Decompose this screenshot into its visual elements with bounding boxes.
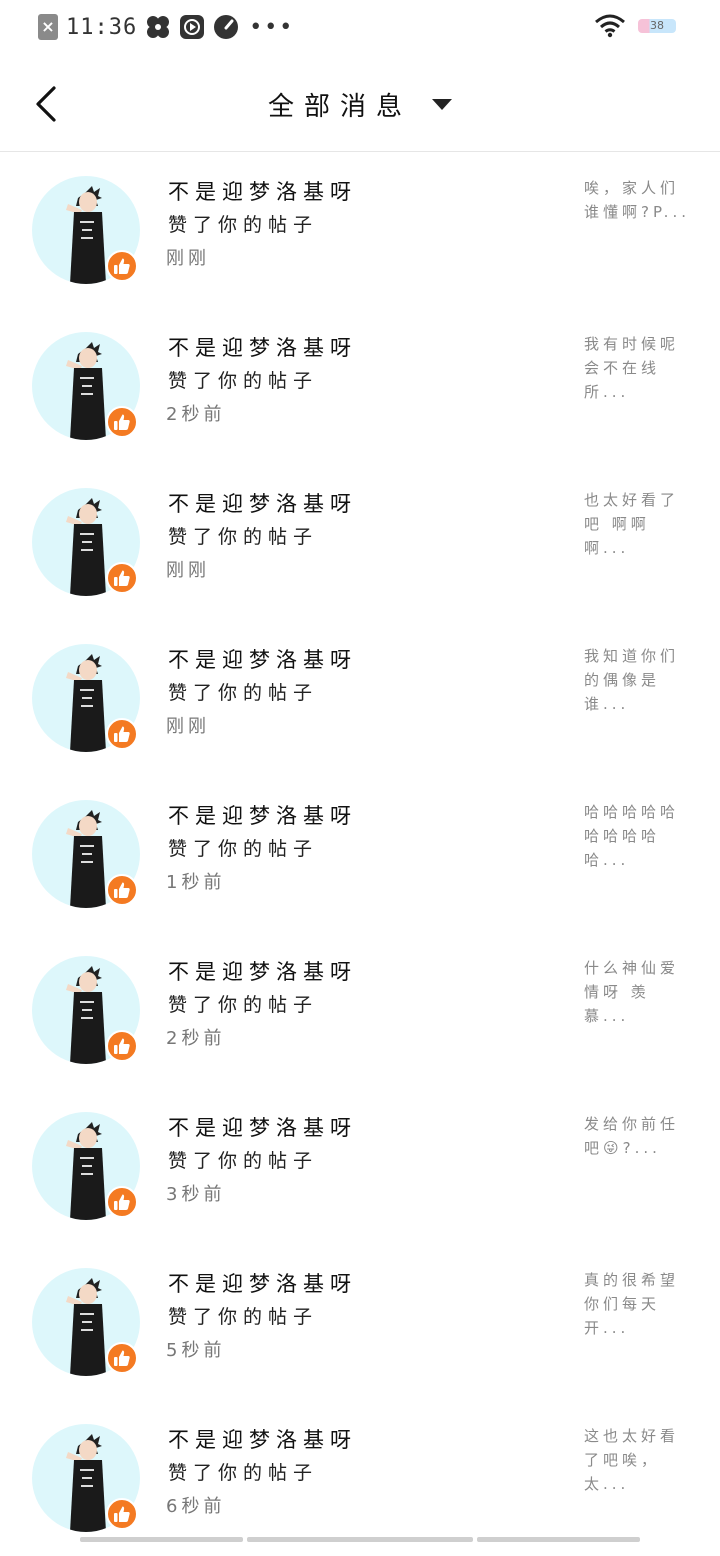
sender-name: 不是迎梦洛基呀 <box>168 336 357 360</box>
pinwheel-icon <box>147 16 170 38</box>
like-badge <box>106 1186 138 1218</box>
sender-name: 不是迎梦洛基呀 <box>168 180 357 204</box>
message-row[interactable]: 不是迎梦洛基呀 赞了你的帖子 3秒前 发给你前任吧😜?... <box>0 1088 720 1244</box>
caret-down-icon <box>432 99 452 110</box>
post-preview[interactable]: 也太好看了吧 啊啊啊... <box>584 488 694 560</box>
action-text: 赞了你的帖子 <box>168 1462 319 1484</box>
sender-name: 不是迎梦洛基呀 <box>168 960 357 984</box>
message-row[interactable]: 不是迎梦洛基呀 赞了你的帖子 5秒前 真的很希望你们每天开... <box>0 1244 720 1400</box>
post-preview[interactable]: 我有时候呢会不在线所... <box>584 332 694 404</box>
message-filter-dropdown[interactable]: 全部消息 <box>0 86 720 123</box>
post-preview[interactable]: 这也太好看了吧唉，太... <box>584 1424 694 1496</box>
timestamp: 6秒前 <box>166 1496 226 1517</box>
thumbs-up-icon <box>114 1194 130 1210</box>
thumbs-up-icon <box>114 882 130 898</box>
action-text: 赞了你的帖子 <box>168 838 319 860</box>
post-preview[interactable]: 真的很希望你们每天开... <box>584 1268 694 1340</box>
wifi-icon <box>595 14 625 38</box>
action-text: 赞了你的帖子 <box>168 526 319 548</box>
timestamp: 刚刚 <box>166 560 210 581</box>
avatar[interactable] <box>32 488 140 596</box>
message-row[interactable]: 不是迎梦洛基呀 赞了你的帖子 2秒前 我有时候呢会不在线所... <box>0 308 720 464</box>
thumbs-up-icon <box>114 1506 130 1522</box>
timestamp: 1秒前 <box>166 872 226 893</box>
like-badge <box>106 1342 138 1374</box>
post-preview[interactable]: 唉，家人们谁懂啊?P... <box>584 176 694 224</box>
indicator-segment <box>247 1537 473 1542</box>
sender-name: 不是迎梦洛基呀 <box>168 1272 357 1296</box>
sender-name: 不是迎梦洛基呀 <box>168 492 357 516</box>
avatar[interactable] <box>32 956 140 1064</box>
message-row[interactable]: 不是迎梦洛基呀 赞了你的帖子 2秒前 什么神仙爱情呀 羡慕... <box>0 932 720 1088</box>
message-row[interactable]: 不是迎梦洛基呀 赞了你的帖子 刚刚 也太好看了吧 啊啊啊... <box>0 464 720 620</box>
indicator-segment <box>80 1537 243 1542</box>
sender-name: 不是迎梦洛基呀 <box>168 804 357 828</box>
like-badge <box>106 874 138 906</box>
avatar[interactable] <box>32 332 140 440</box>
sender-name: 不是迎梦洛基呀 <box>168 1116 357 1140</box>
like-badge <box>106 250 138 282</box>
nav-bar: 全部消息 <box>0 56 720 152</box>
avatar[interactable] <box>32 1112 140 1220</box>
message-row[interactable]: 不是迎梦洛基呀 赞了你的帖子 6秒前 这也太好看了吧唉，太... <box>0 1400 720 1556</box>
status-right: 38 <box>594 14 676 38</box>
like-badge <box>106 406 138 438</box>
like-badge <box>106 1498 138 1530</box>
action-text: 赞了你的帖子 <box>168 1150 319 1172</box>
timestamp: 2秒前 <box>166 404 226 425</box>
thumbs-up-icon <box>114 726 130 742</box>
status-bar: × 11:36 ••• 38 <box>0 0 720 56</box>
timestamp: 刚刚 <box>166 248 210 269</box>
battery-indicator: 38 <box>638 19 676 33</box>
message-row[interactable]: 不是迎梦洛基呀 赞了你的帖子 刚刚 唉，家人们谁懂啊?P... <box>0 152 720 308</box>
bottom-scroll-indicator <box>0 1537 720 1543</box>
post-preview[interactable]: 哈哈哈哈哈哈哈哈哈哈... <box>584 800 694 872</box>
thumbs-up-icon <box>114 258 130 274</box>
timestamp: 刚刚 <box>166 716 210 737</box>
avatar[interactable] <box>32 1424 140 1532</box>
thumbs-up-icon <box>114 570 130 586</box>
thumbs-up-icon <box>114 1350 130 1366</box>
post-preview[interactable]: 什么神仙爱情呀 羡慕... <box>584 956 694 1028</box>
timestamp: 5秒前 <box>166 1340 226 1361</box>
page-title: 全部消息 <box>267 92 412 122</box>
avatar[interactable] <box>32 176 140 284</box>
status-time: 11:36 <box>66 14 138 40</box>
indicator-segment <box>477 1537 640 1542</box>
avatar[interactable] <box>32 800 140 908</box>
thumbs-up-icon <box>114 414 130 430</box>
like-badge <box>106 718 138 750</box>
message-row[interactable]: 不是迎梦洛基呀 赞了你的帖子 刚刚 我知道你们的偶像是谁... <box>0 620 720 776</box>
action-text: 赞了你的帖子 <box>168 214 319 236</box>
action-text: 赞了你的帖子 <box>168 682 319 704</box>
more-notifications-icon: ••• <box>249 14 295 40</box>
no-sim-icon: × <box>38 14 58 40</box>
avatar[interactable] <box>32 1268 140 1376</box>
timestamp: 3秒前 <box>166 1184 226 1205</box>
message-list: 不是迎梦洛基呀 赞了你的帖子 刚刚 唉，家人们谁懂啊?P... 不是迎梦洛基呀 … <box>0 152 720 1556</box>
message-row[interactable]: 不是迎梦洛基呀 赞了你的帖子 1秒前 哈哈哈哈哈哈哈哈哈哈... <box>0 776 720 932</box>
avatar[interactable] <box>32 644 140 752</box>
action-text: 赞了你的帖子 <box>168 1306 319 1328</box>
like-badge <box>106 1030 138 1062</box>
like-badge <box>106 562 138 594</box>
post-preview[interactable]: 我知道你们的偶像是谁... <box>584 644 694 716</box>
action-text: 赞了你的帖子 <box>168 370 319 392</box>
post-preview[interactable]: 发给你前任吧😜?... <box>584 1112 694 1160</box>
status-left: × 11:36 ••• <box>38 14 294 40</box>
thumbs-up-icon <box>114 1038 130 1054</box>
sender-name: 不是迎梦洛基呀 <box>168 648 357 672</box>
sender-name: 不是迎梦洛基呀 <box>168 1428 357 1452</box>
play-app-icon <box>180 15 205 39</box>
action-text: 赞了你的帖子 <box>168 994 319 1016</box>
speed-gauge-icon <box>214 15 239 39</box>
timestamp: 2秒前 <box>166 1028 226 1049</box>
